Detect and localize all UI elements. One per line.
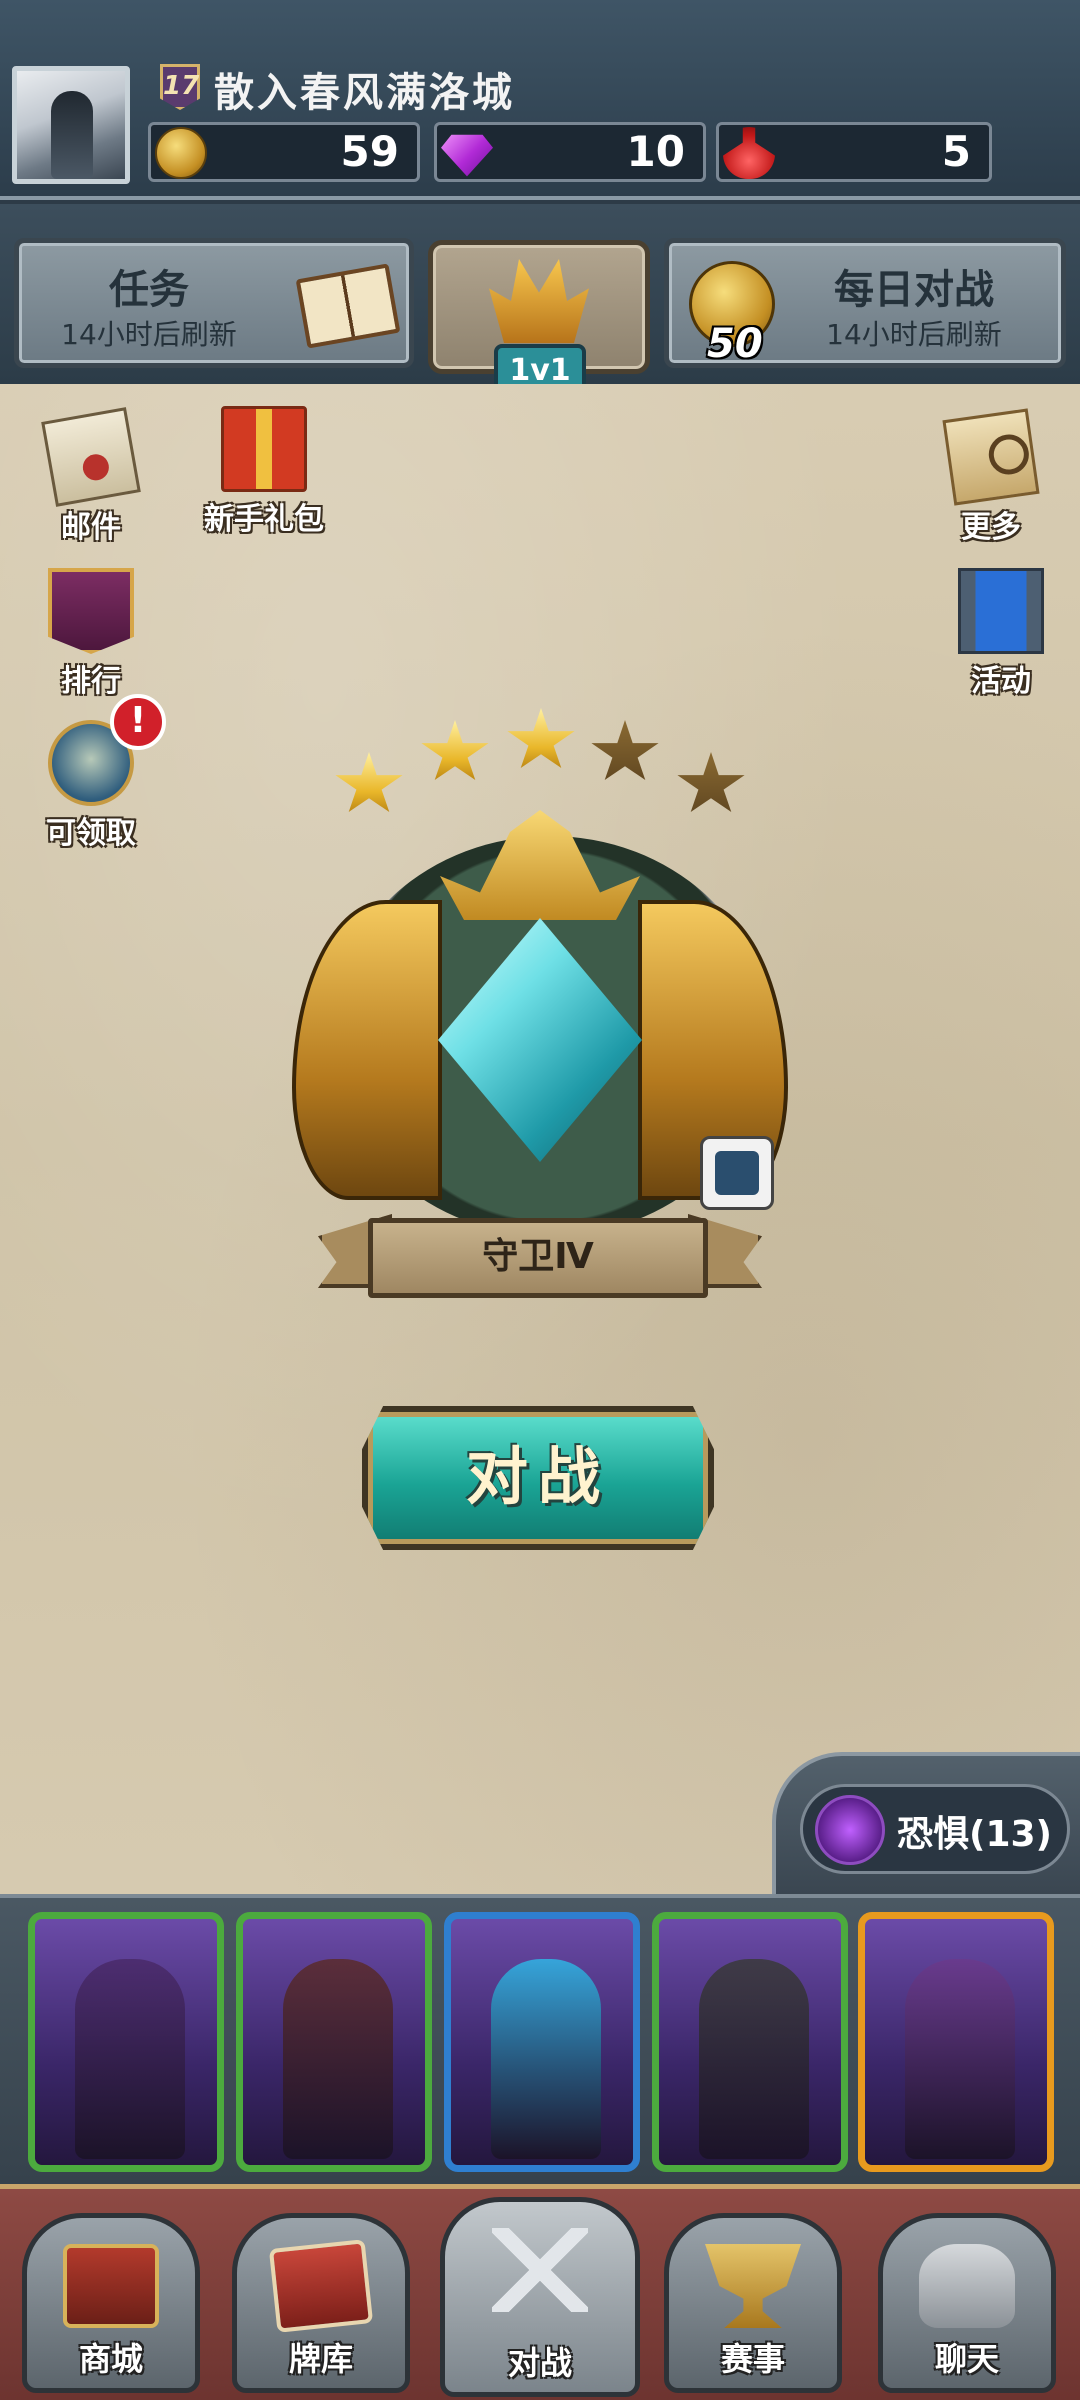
gift-icon <box>221 406 307 492</box>
magnifier-scroll-icon <box>942 408 1040 506</box>
deck-card[interactable] <box>858 1912 1054 2172</box>
newbie-gift-button[interactable]: 新手礼包 <box>196 406 332 538</box>
ranking-button[interactable]: 排行 <box>26 568 156 700</box>
alert-badge: ! <box>110 694 166 750</box>
nav-battle[interactable]: 对战 <box>440 2197 640 2397</box>
nav-chat[interactable]: 聊天 <box>878 2213 1056 2393</box>
potion-counter[interactable]: 5 <box>716 122 992 182</box>
nav-deck-label: 牌库 <box>288 2340 353 2378</box>
rank-name-banner: 守卫Ⅳ <box>368 1218 708 1298</box>
tasks-refresh-text: 14小时后刷新 <box>61 318 237 351</box>
card-art <box>283 1959 393 2159</box>
daily-battle-refresh-text: 14小时后刷新 <box>826 318 1002 351</box>
gem-value: 10 <box>626 127 685 176</box>
emote-bubble-icon[interactable] <box>700 1136 774 1210</box>
mail-icon <box>41 407 141 507</box>
mail-button[interactable]: 邮件 <box>26 407 156 546</box>
daily-reward-amount: 50 <box>707 321 763 367</box>
potion-icon <box>723 127 775 179</box>
bottom-nav: 商城 牌库 对战 赛事 聊天 <box>0 2184 1080 2400</box>
shop-chest-icon <box>63 2244 159 2328</box>
deck-card[interactable] <box>28 1912 224 2172</box>
daily-battle-title: 每日对战 <box>834 267 994 313</box>
claimable-label: 可领取 <box>46 816 136 851</box>
deck-card[interactable] <box>652 1912 848 2172</box>
deck-card[interactable] <box>236 1912 432 2172</box>
card-art <box>75 1959 185 2159</box>
potion-value: 5 <box>941 127 971 176</box>
deck-card[interactable] <box>444 1912 640 2172</box>
tasks-button[interactable]: 任务 14小时后刷新 <box>14 238 414 368</box>
coin-value: 59 <box>340 127 399 176</box>
daily-battle-button[interactable]: 50 每日对战 14小时后刷新 <box>664 238 1066 368</box>
faction-label: 恐惧(13) <box>897 1814 1053 1855</box>
coin-counter[interactable]: 59 <box>148 122 420 182</box>
crossed-swords-icon <box>492 2228 588 2312</box>
trophy-icon <box>705 2244 801 2328</box>
player-avatar[interactable] <box>12 66 130 184</box>
crown-icon <box>489 259 589 343</box>
more-label: 更多 <box>961 510 1021 545</box>
mail-label: 邮件 <box>61 510 121 545</box>
demon-faction-icon <box>815 1795 885 1865</box>
gauntlet-chat-icon <box>919 2244 1015 2328</box>
battle-button-label: 对战 <box>465 1440 610 1513</box>
nav-chat-label: 聊天 <box>934 2340 999 2378</box>
battle-button[interactable]: 对战 <box>362 1406 714 1550</box>
nav-battle-label: 对战 <box>507 2344 572 2382</box>
events-button[interactable]: 活动 <box>936 568 1066 700</box>
portal-icon <box>958 568 1044 654</box>
nav-tournament-label: 赛事 <box>720 2340 785 2378</box>
coin-icon <box>155 127 207 179</box>
card-art <box>699 1959 809 2159</box>
card-art <box>491 1959 601 2159</box>
newbie-gift-label: 新手礼包 <box>204 502 324 537</box>
nav-deck[interactable]: 牌库 <box>232 2213 410 2393</box>
tasks-title: 任务 <box>109 267 189 313</box>
more-button[interactable]: 更多 <box>926 408 1056 546</box>
ranking-banner-icon <box>48 568 134 654</box>
events-label: 活动 <box>971 664 1031 699</box>
gem-icon <box>441 134 493 177</box>
nav-shop-label: 商城 <box>78 2340 143 2378</box>
top-header: 17 散入春风满洛城 59 10 5 <box>0 0 1080 200</box>
nav-shop[interactable]: 商城 <box>22 2213 200 2393</box>
card-art <box>905 1959 1015 2159</box>
deck-card-row <box>0 1894 1080 2184</box>
nav-tournament[interactable]: 赛事 <box>664 2213 842 2393</box>
faction-tab: 恐惧(13) <box>772 1752 1080 1894</box>
faction-selector[interactable]: 恐惧(13) <box>800 1784 1070 1874</box>
card-deck-icon <box>268 2239 374 2333</box>
gem-counter[interactable]: 10 <box>434 122 706 182</box>
player-name: 散入春风满洛城 <box>214 70 515 116</box>
player-level-badge: 17 <box>160 64 200 110</box>
book-icon <box>295 263 401 349</box>
